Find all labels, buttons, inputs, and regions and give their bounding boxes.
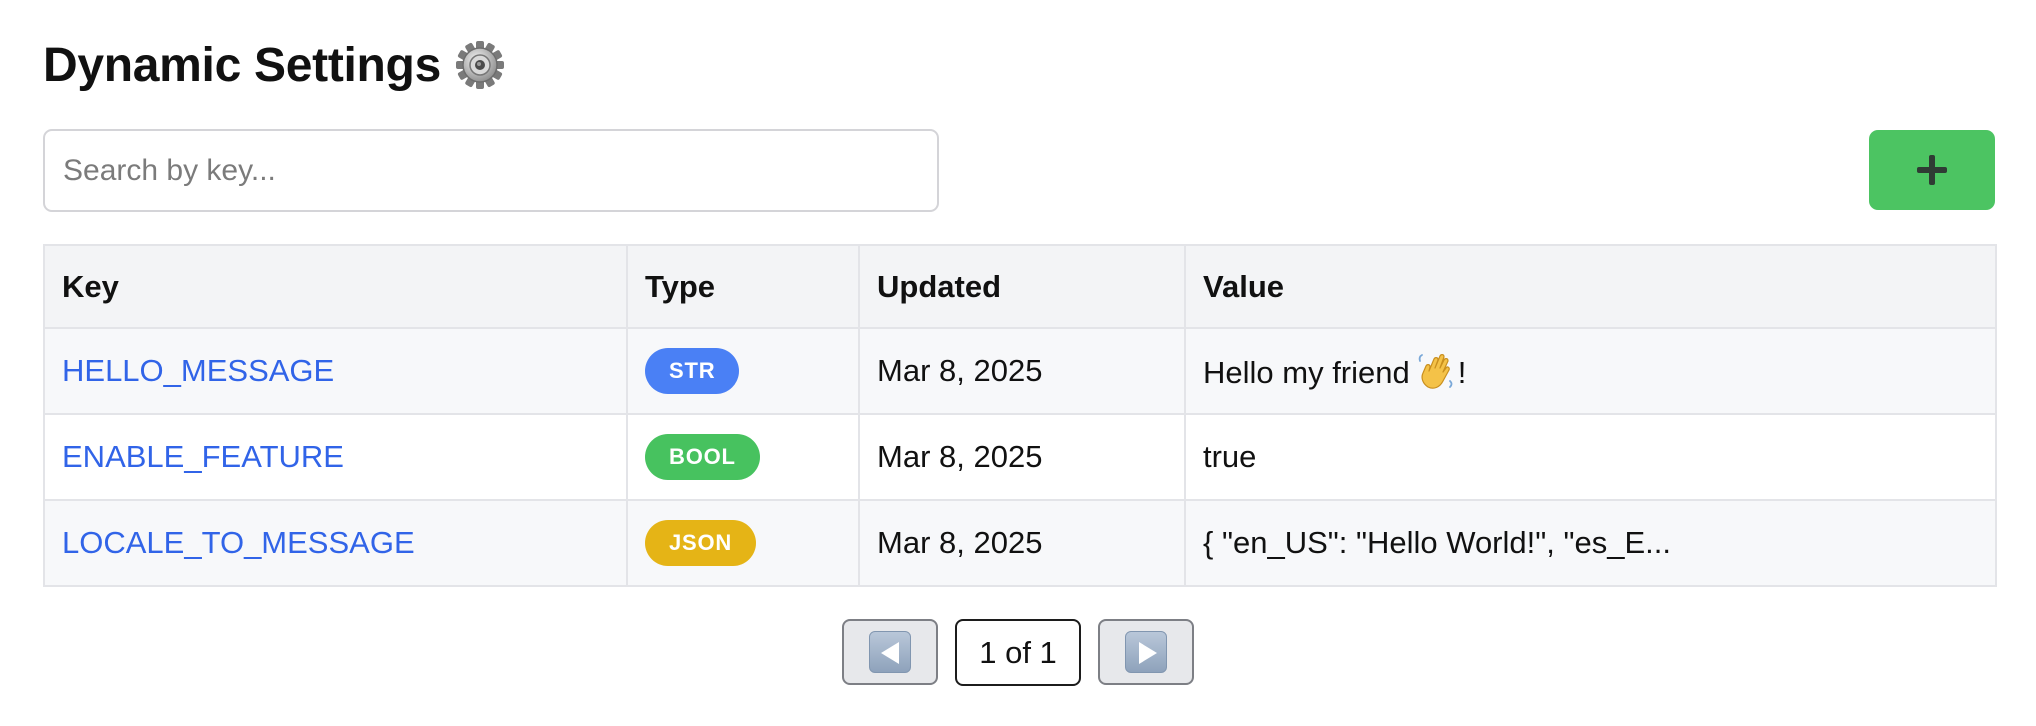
- table-row[interactable]: ENABLE_FEATURE BOOL Mar 8, 2025 true: [43, 413, 1997, 501]
- setting-key-link[interactable]: HELLO_MESSAGE: [62, 353, 334, 388]
- type-badge: BOOL: [645, 434, 760, 480]
- key-cell: LOCALE_TO_MESSAGE: [43, 499, 628, 587]
- value-cell: { "en_US": "Hello World!", "es_E...: [1184, 499, 1997, 587]
- type-cell: BOOL: [626, 413, 860, 501]
- title-row: Dynamic Settings: [43, 30, 505, 100]
- next-page-button[interactable]: [1098, 619, 1194, 685]
- settings-page: Dynamic Settings Search by key... Key Ty…: [0, 0, 2036, 726]
- value-cell: Hello my friend !: [1184, 327, 1997, 415]
- column-header-value[interactable]: Value: [1184, 244, 1997, 329]
- column-header-key[interactable]: Key: [43, 244, 628, 329]
- type-cell: JSON: [626, 499, 860, 587]
- type-cell: STR: [626, 327, 860, 415]
- gear-icon: [455, 41, 504, 89]
- plus-icon: [1917, 155, 1947, 185]
- search-input[interactable]: [43, 129, 939, 212]
- key-cell: HELLO_MESSAGE: [43, 327, 628, 415]
- table-header-row: Key Type Updated Value: [43, 244, 1997, 329]
- type-badge: JSON: [645, 520, 757, 566]
- waving-hand-icon: [1418, 354, 1453, 389]
- value-text: { "en_US": "Hello World!", "es_E...: [1203, 525, 1671, 560]
- page-indicator: 1 of 1: [955, 619, 1081, 686]
- table-row[interactable]: HELLO_MESSAGE STR Mar 8, 2025 Hello my f…: [43, 327, 1997, 415]
- table-row[interactable]: LOCALE_TO_MESSAGE JSON Mar 8, 2025 { "en…: [43, 499, 1997, 587]
- setting-key-link[interactable]: ENABLE_FEATURE: [62, 439, 344, 474]
- arrow-right-icon: [1125, 631, 1167, 673]
- add-setting-button[interactable]: [1869, 130, 1995, 210]
- column-header-updated[interactable]: Updated: [858, 244, 1186, 329]
- key-cell: ENABLE_FEATURE: [43, 413, 628, 501]
- updated-cell: Mar 8, 2025: [858, 327, 1186, 415]
- column-header-type[interactable]: Type: [626, 244, 860, 329]
- type-badge: STR: [645, 348, 740, 394]
- value-text: true: [1203, 439, 1257, 474]
- arrow-left-icon: [869, 631, 911, 673]
- page-title: Dynamic Settings: [43, 38, 441, 92]
- value-cell: true: [1184, 413, 1997, 501]
- value-text: Hello my friend: [1203, 355, 1410, 390]
- updated-cell: Mar 8, 2025: [858, 499, 1186, 587]
- value-text-suffix: !: [1457, 355, 1467, 390]
- settings-table: Key Type Updated Value HELLO_MESSAGE STR…: [43, 244, 1997, 587]
- setting-key-link[interactable]: LOCALE_TO_MESSAGE: [62, 525, 415, 560]
- previous-page-button[interactable]: [842, 619, 938, 685]
- updated-cell: Mar 8, 2025: [858, 413, 1186, 501]
- pagination: 1 of 1: [0, 619, 2036, 686]
